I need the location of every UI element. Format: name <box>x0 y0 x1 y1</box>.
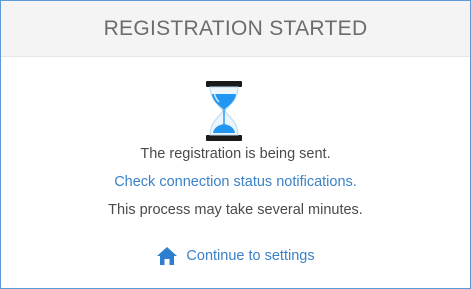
hourglass-icon <box>206 81 242 141</box>
connection-status-link[interactable]: Check connection status notifications. <box>1 174 470 190</box>
registration-panel: REGISTRATION STARTED The registration is… <box>0 0 471 289</box>
status-message: The registration is being sent. <box>140 146 331 162</box>
continue-label: Continue to settings <box>186 248 315 264</box>
home-icon <box>157 247 178 265</box>
continue-to-settings-link[interactable]: Continue to settings <box>1 246 470 266</box>
page-title: REGISTRATION STARTED <box>103 16 368 40</box>
process-note: This process may take several minutes. <box>108 202 363 218</box>
panel-header: REGISTRATION STARTED <box>1 1 470 57</box>
